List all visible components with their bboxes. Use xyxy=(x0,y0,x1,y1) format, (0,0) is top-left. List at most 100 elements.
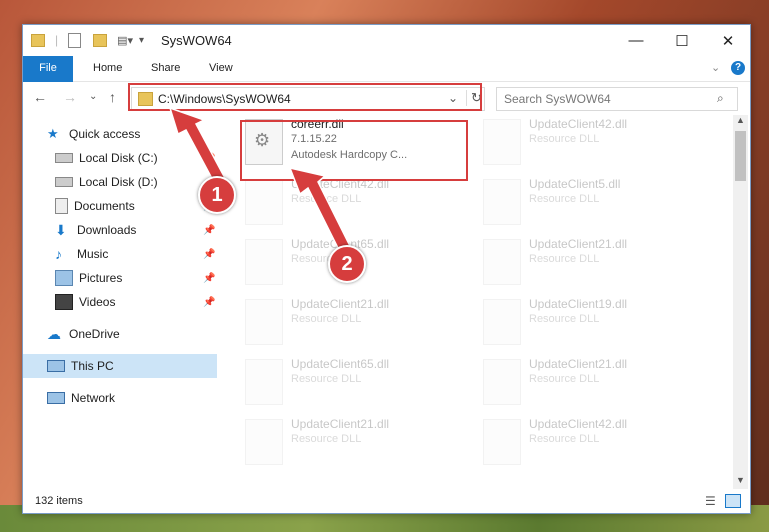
sidebar-item-label: Local Disk (C:) xyxy=(79,151,158,165)
vertical-scrollbar[interactable]: ▲ ▼ xyxy=(733,115,748,489)
file-item[interactable]: UpdateClient5.dll Resource DLL xyxy=(481,175,711,229)
file-item[interactable]: UpdateClient21.dll Resource DLL xyxy=(243,295,473,349)
videos-icon xyxy=(55,294,73,310)
pin-icon[interactable]: 📌 xyxy=(203,225,215,236)
gear-dll-icon xyxy=(245,359,283,405)
network-icon xyxy=(47,392,65,404)
sidebar-item-label: This PC xyxy=(71,359,114,373)
sidebar-item-label: Quick access xyxy=(69,127,141,141)
gear-dll-icon xyxy=(245,179,283,225)
gear-dll-icon xyxy=(483,119,521,165)
up-button[interactable]: ↑ xyxy=(109,89,116,105)
sidebar-item-pictures[interactable]: Pictures 📌 xyxy=(23,266,217,290)
file-item[interactable]: UpdateClient19.dll Resource DLL xyxy=(481,295,711,349)
gear-dll-icon xyxy=(483,359,521,405)
quick-access-toolbar: | ▤▾ ▾ xyxy=(31,32,144,48)
file-name: UpdateClient5.dll xyxy=(529,177,621,191)
drive-icon xyxy=(55,153,73,163)
sidebar-item-videos[interactable]: Videos 📌 xyxy=(23,290,217,314)
file-type: Resource DLL xyxy=(529,313,600,325)
item-count: 132 items xyxy=(35,495,83,507)
forward-button[interactable]: → xyxy=(63,89,77,105)
recent-locations-icon[interactable]: ⌄ xyxy=(89,91,97,102)
file-name: UpdateClient21.dll xyxy=(529,237,628,251)
close-button[interactable]: ✕ xyxy=(705,25,750,56)
drive-icon xyxy=(55,177,73,187)
scroll-up-icon[interactable]: ▲ xyxy=(736,115,745,125)
toolbar-chevron-icon[interactable]: ▾ xyxy=(139,35,144,46)
music-icon: ♪ xyxy=(55,246,62,262)
search-icon[interactable]: ⌕ xyxy=(717,91,724,106)
scrollbar-thumb[interactable] xyxy=(735,131,746,181)
details-view-icon[interactable]: ☰ xyxy=(705,494,716,508)
file-name: UpdateClient42.dll xyxy=(529,117,628,131)
sidebar-item-local-disk-c[interactable]: Local Disk (C:) 📌 xyxy=(23,146,217,170)
download-icon: ⬇ xyxy=(55,222,67,238)
properties-icon[interactable] xyxy=(68,32,82,48)
sidebar-item-label: Videos xyxy=(79,295,116,309)
maximize-button[interactable]: ☐ xyxy=(659,25,705,56)
navigation-pane: ★ Quick access Local Disk (C:) 📌 Local D… xyxy=(23,115,217,489)
expand-ribbon-icon[interactable]: ⌄ xyxy=(711,56,720,81)
sidebar-item-label: OneDrive xyxy=(69,327,120,341)
file-item[interactable]: UpdateClient21.dll Resource DLL xyxy=(481,355,711,409)
callout-1: 1 xyxy=(198,176,236,214)
sidebar-item-label: Pictures xyxy=(79,271,123,285)
sidebar-item-downloads[interactable]: ⬇ Downloads 📌 xyxy=(23,218,217,242)
tab-view[interactable]: View xyxy=(209,56,233,81)
file-highlight xyxy=(240,120,468,181)
customize-toolbar-icon[interactable]: ▤▾ xyxy=(117,34,133,47)
gear-dll-icon xyxy=(245,419,283,465)
pin-icon[interactable]: 📌 xyxy=(203,297,215,308)
gear-dll-icon xyxy=(483,179,521,225)
sidebar-item-onedrive[interactable]: ☁ OneDrive xyxy=(23,322,217,346)
callout-2: 2 xyxy=(328,245,366,283)
file-item[interactable]: UpdateClient21.dll Resource DLL xyxy=(243,415,473,469)
file-type: Resource DLL xyxy=(529,433,600,445)
pin-icon[interactable]: 📌 xyxy=(203,249,215,260)
file-type: Resource DLL xyxy=(291,193,362,205)
help-icon[interactable]: ? xyxy=(731,61,745,75)
file-name: UpdateClient42.dll xyxy=(529,417,628,431)
sidebar-item-local-disk-d[interactable]: Local Disk (D:) xyxy=(23,170,217,194)
cloud-icon: ☁ xyxy=(47,326,61,342)
sidebar-item-this-pc[interactable]: This PC xyxy=(23,354,217,378)
file-item[interactable]: UpdateClient42.dll Resource DLL xyxy=(481,415,711,469)
folder-icon xyxy=(31,33,45,47)
sidebar-item-label: Local Disk (D:) xyxy=(79,175,158,189)
file-name: UpdateClient21.dll xyxy=(291,417,390,431)
gear-dll-icon xyxy=(483,239,521,285)
scroll-down-icon[interactable]: ▼ xyxy=(736,475,745,485)
back-button[interactable]: ← xyxy=(33,89,47,105)
sidebar-item-network[interactable]: Network xyxy=(23,386,217,410)
toolbar-divider: | xyxy=(55,33,59,47)
status-bar: 132 items ☰ xyxy=(23,491,750,513)
sidebar-item-documents[interactable]: Documents 📌 xyxy=(23,194,217,218)
new-folder-icon[interactable] xyxy=(93,33,108,47)
pin-icon[interactable]: 📌 xyxy=(203,273,215,284)
sidebar-item-label: Documents xyxy=(74,199,135,213)
file-item[interactable]: UpdateClient42.dll Resource DLL xyxy=(243,175,473,229)
file-type: Resource DLL xyxy=(529,133,600,145)
sidebar-item-quick-access[interactable]: ★ Quick access xyxy=(23,122,217,146)
gear-dll-icon xyxy=(483,419,521,465)
sidebar-item-music[interactable]: ♪ Music 📌 xyxy=(23,242,217,266)
minimize-button[interactable]: — xyxy=(613,25,659,56)
tab-home[interactable]: Home xyxy=(93,56,122,81)
file-item[interactable]: UpdateClient42.dll Resource DLL xyxy=(481,115,711,169)
file-type: Resource DLL xyxy=(291,433,362,445)
file-type: Resource DLL xyxy=(291,373,362,385)
file-item[interactable]: UpdateClient65.dll Resource DLL xyxy=(243,355,473,409)
sidebar-item-label: Music xyxy=(77,247,109,261)
search-input[interactable]: Search SysWOW64 ⌕ xyxy=(496,87,738,111)
address-bar-highlight xyxy=(128,83,482,111)
pictures-icon xyxy=(55,270,73,286)
pin-icon[interactable]: 📌 xyxy=(203,153,215,164)
tab-share[interactable]: Share xyxy=(151,56,180,81)
file-name: UpdateClient21.dll xyxy=(529,357,628,371)
file-item[interactable]: UpdateClient21.dll Resource DLL xyxy=(481,235,711,289)
file-type: Resource DLL xyxy=(291,313,362,325)
sidebar-item-label: Downloads xyxy=(77,223,137,237)
large-icons-view-icon[interactable] xyxy=(725,494,741,508)
file-name: UpdateClient21.dll xyxy=(291,297,390,311)
